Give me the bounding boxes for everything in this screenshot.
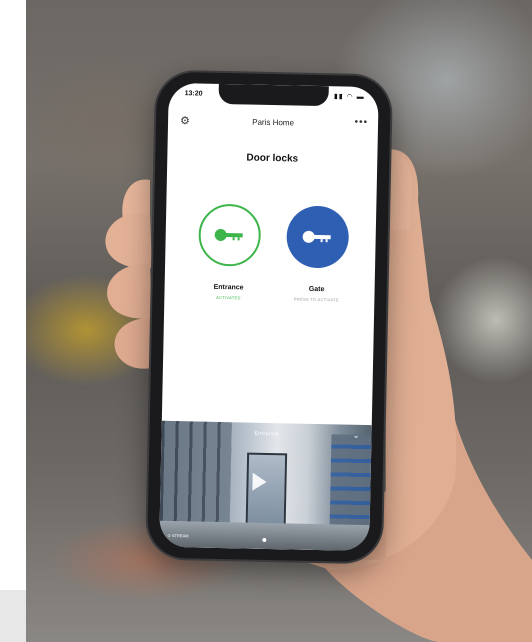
key-icon (214, 228, 243, 241)
status-time: 13:20 (184, 90, 203, 98)
camera-footer: ⊙ STREAM (167, 532, 189, 539)
play-icon[interactable] (252, 472, 267, 491)
camera-feed[interactable]: Entrance ⌄ ⊙ STREAM (159, 420, 372, 552)
phone-notch (218, 83, 329, 107)
lock-entrance-status: ACTIVATED (216, 294, 241, 301)
key-icon (302, 230, 331, 243)
camera-floor (159, 520, 370, 552)
phone: 13:20 ▮▮ ◠ ▬ ⚙ Paris Home ••• Door locks… (146, 71, 392, 563)
lock-entrance-button[interactable] (198, 203, 262, 267)
lock-gate-name: Gate (308, 285, 325, 294)
phone-screen: 13:20 ▮▮ ◠ ▬ ⚙ Paris Home ••• Door locks… (159, 82, 379, 552)
lock-gate-status: PRESS TO ACTIVATE (293, 296, 339, 303)
section-title: Door locks (246, 152, 299, 165)
lock-gate-button[interactable] (286, 205, 350, 269)
header-title: Paris Home (252, 117, 295, 128)
lock-entrance-name: Entrance (213, 283, 244, 292)
page-indicator (262, 537, 267, 542)
chevron-down-icon[interactable]: ⌄ (353, 431, 360, 440)
lock-entrance[interactable]: Entrance ACTIVATED (188, 203, 270, 301)
lock-gate[interactable]: Gate PRESS TO ACTIVATE (276, 205, 358, 303)
more-icon[interactable]: ••• (354, 117, 368, 128)
app-header: ⚙ Paris Home ••• (168, 113, 378, 137)
status-icons: ▮▮ ◠ ▬ (333, 93, 365, 101)
